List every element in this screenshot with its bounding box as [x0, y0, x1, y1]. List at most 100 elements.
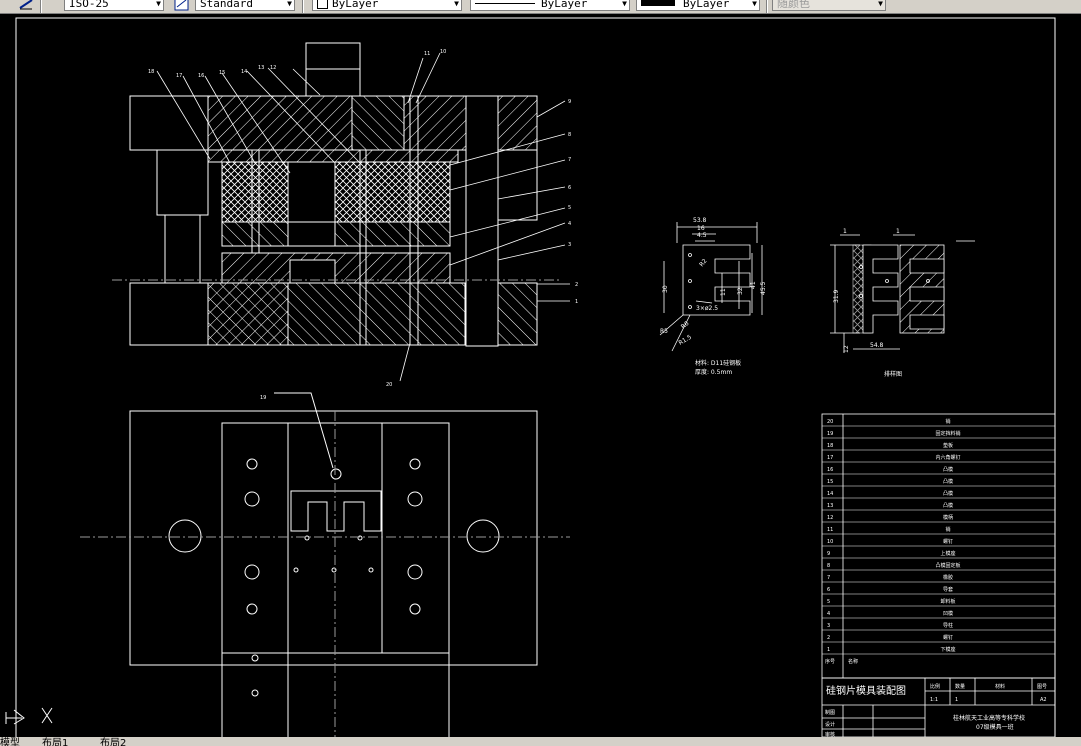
callout-5: 5 [568, 205, 571, 211]
bom-row-name: 凸模固定板 [935, 562, 960, 569]
drawing-title: 硅钢片模具装配图 [826, 684, 906, 697]
callout-12: 12 [270, 65, 276, 71]
bom-row-no: 8 [827, 563, 830, 569]
rubber-right [334, 161, 451, 223]
lineweight-sample [641, 0, 675, 6]
separator [766, 0, 768, 13]
tab-model[interactable]: 模型 [0, 737, 20, 746]
linetype-select[interactable]: ByLayer ▼ [470, 0, 630, 11]
dim-text: R6 [680, 320, 691, 331]
chevron-down-icon: ▼ [622, 0, 627, 8]
chevron-down-icon: ▼ [156, 0, 161, 8]
layer-color-select[interactable]: ByLayer ▼ [312, 0, 462, 11]
section-view [112, 42, 560, 347]
dim-text: 1 [896, 228, 900, 235]
linetype-value: ByLayer [541, 0, 588, 10]
bom-rows: 20 销19 固定挡料销18 垫板17 内六角螺钉16 凸模15 凸模14 凸模13 凸模12 模… [822, 418, 1055, 665]
dim-text: 30 [662, 285, 669, 293]
plotstyle-select[interactable]: 随颜色 ▼ [772, 0, 886, 11]
dim-text: 32 [737, 287, 744, 295]
dimstyle-value: ISO-25 [69, 0, 109, 10]
bom-row-no: 18 [827, 443, 833, 449]
dim-text: 31.9 [833, 289, 840, 303]
bom-row-name: 销 [945, 418, 950, 425]
ucs-icon [5, 707, 53, 725]
drawn-label: 制图 [825, 709, 835, 716]
dimstyle-icon[interactable] [18, 0, 34, 11]
punch-holder [207, 149, 459, 163]
bom-row-no: 19 [827, 431, 833, 437]
properties-toolbar: ISO-25 ▼ Standard ▼ ByLayer ▼ ByLayer ▼ ByLa… [0, 0, 1081, 14]
dim-text: R2 [698, 258, 709, 269]
layer-color-value: ByLayer [332, 0, 379, 10]
dim-text: R5 [660, 328, 668, 335]
guide-post [164, 214, 201, 284]
callout-2: 2 [575, 282, 578, 288]
textstyle-icon[interactable] [174, 0, 190, 11]
callout-18: 18 [148, 69, 154, 75]
dim-text: 54.8 [870, 342, 884, 349]
bom-row-no: 5 [827, 599, 830, 605]
chevron-down-icon: ▼ [454, 0, 459, 8]
callout-10: 10 [440, 49, 446, 55]
sheet-value: A2 [1040, 697, 1047, 703]
chevron-down-icon: ▼ [287, 0, 292, 8]
bom-header-name: 名称 [848, 658, 858, 665]
scale-value: 1:1 [930, 697, 938, 703]
material-label: 材料 [995, 683, 1005, 690]
callout-4: 4 [568, 221, 571, 227]
callout-16: 16 [198, 73, 204, 79]
bom-row-no: 17 [827, 455, 833, 461]
callout-8: 8 [568, 132, 571, 138]
bom-row-no: 20 [827, 419, 833, 425]
lineweight-select[interactable]: ByLayer ▼ [636, 0, 760, 11]
layout-tabs: 模型 布局1 布局2 [0, 737, 1081, 746]
textstyle-value: Standard [200, 0, 253, 10]
stripper-plate [221, 221, 451, 247]
design-label: 设计 [825, 721, 835, 728]
callout-7: 7 [568, 157, 571, 163]
bom-row-no: 3 [827, 623, 830, 629]
chevron-down-icon: ▼ [878, 0, 883, 8]
dim-text: 45.5 [760, 281, 767, 295]
bom-row-name: 卸料板 [940, 598, 955, 605]
bom-row-name: 凸模 [943, 466, 953, 473]
dim-text: 53.8 [693, 217, 707, 224]
rubber-left [221, 161, 289, 223]
bom-row-name: 上模座 [940, 550, 955, 557]
bom-row-name: 凹模 [943, 610, 953, 617]
dim-text: 16 [697, 225, 705, 232]
bom-row-name: 模柄 [943, 514, 953, 521]
bom-row-name: 凸模 [943, 502, 953, 509]
callout-20: 20 [386, 382, 392, 388]
bom-row-no: 13 [827, 503, 833, 509]
bom-row-no: 9 [827, 551, 830, 557]
bom-row-name: 固定挡料销 [935, 430, 960, 437]
plotstyle-value: 随颜色 [777, 0, 810, 10]
callout-14: 14 [241, 69, 247, 75]
bom-row-no: 12 [827, 515, 833, 521]
bom-row-name: 垫板 [943, 442, 953, 449]
separator [40, 0, 42, 13]
callout-13: 13 [258, 65, 264, 71]
school-name: 桂林航天工业高等专科学校 [953, 714, 1025, 722]
sheet-label: 图号 [1037, 684, 1047, 690]
lineweight-value: ByLayer [683, 0, 730, 10]
dim-text: 3×ø2.5 [696, 305, 718, 312]
tab-layout2[interactable]: 布局2 [100, 737, 126, 746]
bom-row-name: 螺钉 [943, 634, 953, 641]
bom-row-no: 11 [827, 527, 833, 533]
layout-caption: 排样图 [884, 370, 902, 378]
callout-1: 1 [575, 299, 578, 305]
bom-row-name: 销 [945, 526, 950, 533]
tab-layout1[interactable]: 布局1 [42, 737, 68, 746]
dimstyle-select[interactable]: ISO-25 ▼ [64, 0, 164, 11]
separator [302, 0, 304, 13]
chevron-down-icon: ▼ [752, 0, 757, 8]
bom-header-no: 序号 [825, 658, 835, 665]
textstyle-select[interactable]: Standard ▼ [195, 0, 295, 11]
dim-text: 4.5 [697, 232, 707, 239]
linetype-sample [475, 2, 535, 4]
model-space-canvas[interactable]: 9 8 7 6 5 4 3 2 1 11 10 12 13 14 15 16 1… [0, 13, 1081, 737]
scale-label: 比例 [930, 683, 940, 690]
